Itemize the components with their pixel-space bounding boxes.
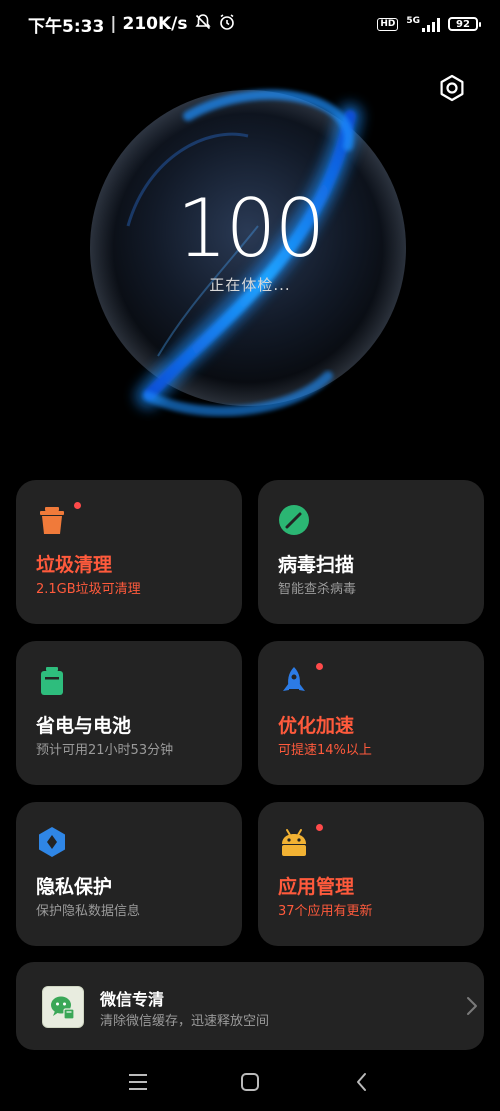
status-bar: 下午5:33 | 210K/s HD 5G 92 [0, 0, 500, 48]
card-subtitle: 可提速14%以上 [278, 743, 372, 758]
card-title: 病毒扫描 [278, 554, 355, 576]
card-battery[interactable]: 省电与电池 预计可用21小时53分钟 [16, 641, 242, 785]
card-junk-clean[interactable]: 垃圾清理 2.1GB垃圾可清理 [16, 480, 242, 624]
wechat-clean-subtitle: 清除微信缓存，迅速释放空间 [100, 1014, 270, 1029]
signal-bars-icon [422, 17, 440, 32]
wechat-clean-title: 微信专清 [100, 990, 165, 1009]
card-subtitle: 保护隐私数据信息 [36, 904, 141, 919]
battery-level: 92 [456, 18, 470, 30]
home-square-icon[interactable] [238, 1070, 262, 1094]
system-nav-bar [0, 1052, 500, 1111]
mute-icon [194, 13, 212, 36]
network-speed: 210K/s [122, 14, 188, 34]
card-title: 垃圾清理 [36, 554, 113, 576]
alarm-icon [218, 13, 236, 36]
card-subtitle: 37个应用有更新 [278, 904, 373, 919]
scan-status: 正在体检... [209, 276, 291, 294]
health-score: 100 [176, 182, 326, 275]
card-privacy[interactable]: 隐私保护 保护隐私数据信息 [16, 802, 242, 946]
menu-icon[interactable] [126, 1070, 150, 1094]
card-title: 隐私保护 [36, 876, 113, 898]
network-type: 5G [406, 15, 420, 26]
cellular-signal: 5G [406, 15, 440, 32]
rocket-icon [283, 667, 305, 691]
badge-dot [316, 663, 323, 670]
card-title: 省电与电池 [36, 715, 132, 737]
hd-badge: HD [377, 17, 399, 31]
wechat-clean-icon [42, 986, 84, 1028]
chevron-right-icon [467, 997, 477, 1015]
card-subtitle: 预计可用21小时53分钟 [36, 743, 174, 758]
card-speed-boost[interactable]: 优化加速 可提速14%以上 [258, 641, 484, 785]
card-app-manager[interactable]: 应用管理 37个应用有更新 [258, 802, 484, 946]
status-separator: | [110, 14, 117, 34]
status-left: 下午5:33 | 210K/s [28, 12, 236, 37]
back-icon[interactable] [350, 1070, 374, 1094]
card-title: 应用管理 [278, 876, 355, 898]
badge-dot [316, 824, 323, 831]
privacy-shield-icon [39, 827, 65, 857]
card-subtitle: 2.1GB垃圾可清理 [36, 582, 141, 597]
security-center-screen: 下午5:33 | 210K/s HD 5G 92 100 正在体检... 垃圾清… [0, 0, 500, 1111]
card-subtitle: 智能查杀病毒 [278, 582, 357, 597]
battery-indicator: 92 [448, 17, 481, 31]
radar-scan-icon [279, 505, 309, 535]
status-right: HD 5G 92 [377, 15, 481, 32]
badge-dot [74, 502, 81, 509]
settings-icon [440, 74, 464, 102]
wechat-clean-card[interactable]: 微信专清 清除微信缓存，迅速释放空间 [16, 962, 484, 1050]
trash-can-icon [40, 507, 64, 534]
card-title: 优化加速 [278, 715, 355, 737]
android-app-icon [282, 829, 306, 856]
card-virus-scan[interactable]: 病毒扫描 智能查杀病毒 [258, 480, 484, 624]
settings-button[interactable] [434, 70, 470, 106]
battery-icon [41, 667, 63, 695]
clock: 下午5:33 [28, 16, 105, 37]
